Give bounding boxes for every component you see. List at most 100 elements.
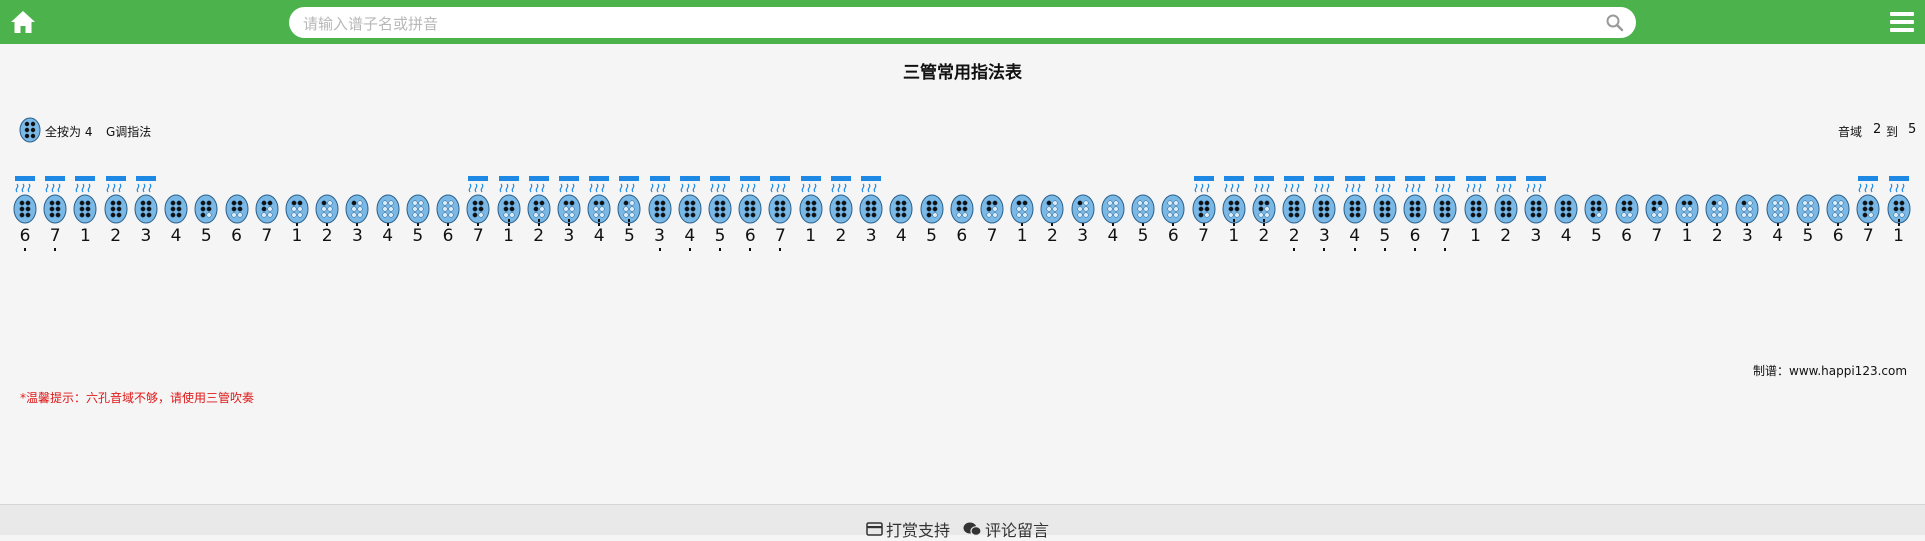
breath-mark [1266,183,1270,193]
closed-hole [1203,200,1210,206]
closed-hole [1197,206,1204,212]
breath-mark [1206,183,1209,193]
fingering-icon [527,176,551,224]
instrument-body [1464,194,1487,224]
reward-button[interactable]: 打赏支持 [866,517,950,541]
octave-dot-high [1081,223,1084,226]
note-number: 6 [231,226,242,246]
instrument-body [1040,194,1064,224]
closed-hole [720,206,726,212]
octave-dot-high [1111,223,1114,226]
note-column: 7 [1191,173,1217,253]
comment-button[interactable]: 评论留言 [963,517,1049,541]
closed-hole [1862,212,1868,218]
closed-hole [297,200,303,206]
note-number: 2 [1047,226,1058,246]
instrument-body [1343,194,1367,224]
search-icon[interactable] [1605,13,1624,32]
breath-mark [1351,183,1354,193]
open-hole [563,206,569,212]
open-hole [1778,200,1784,206]
closed-hole [1445,212,1451,218]
breath-mark [1411,183,1415,193]
blow-indicator [710,176,731,181]
closed-hole [200,200,206,206]
closed-hole [1500,200,1506,206]
note-column: 4 [1342,173,1368,253]
open-hole [1838,206,1844,212]
breath-mark [468,183,472,193]
closed-hole [267,200,273,206]
note-number: 7 [775,226,786,246]
open-hole [1651,212,1657,218]
note-number: 2 [1711,226,1723,246]
note-number: 6 [442,226,454,246]
blow-indicator [558,176,579,181]
note-number: 6 [1409,226,1421,246]
note-number: 1 [1228,226,1240,246]
breath-mark [771,183,774,193]
note-number: 5 [714,226,726,246]
open-hole [533,212,539,218]
closed-hole [865,212,871,218]
instrument-body [194,194,218,224]
closed-hole [841,212,847,218]
breath-mark [813,183,817,193]
menu-button[interactable] [1890,11,1914,33]
note-number: 3 [1742,226,1753,246]
octave-dot-high [1262,223,1265,226]
breath-mark [106,183,110,193]
closed-hole [1500,206,1506,212]
closed-hole [1596,206,1602,212]
fingering-icon [255,194,279,224]
instrument-body [1010,194,1034,224]
closed-hole [236,200,243,206]
closed-hole [986,206,992,212]
breath-mark [1375,183,1379,193]
fingering-icon [1766,194,1790,224]
open-hole [1808,206,1814,212]
note-number: 3 [865,226,877,246]
open-hole [508,212,515,218]
blow-indicator [770,176,791,181]
octave-dot-high [1142,223,1145,226]
open-hole [1772,200,1778,206]
note-column: 1 [496,173,522,253]
closed-hole [1228,200,1234,206]
fingering-icon [1312,176,1336,224]
open-hole [388,206,394,212]
closed-hole [55,206,61,212]
breath-mark [76,183,79,193]
fingering-icon [1101,194,1125,224]
closed-hole [1560,200,1566,206]
breath-mark [601,183,605,193]
note-number: 7 [1862,226,1874,246]
home-button[interactable] [9,8,37,36]
breath-mark [1284,183,1288,193]
breath-mark [1441,183,1445,193]
open-hole [1808,200,1814,206]
blow-indicator [498,176,519,181]
open-hole [1627,212,1633,218]
octave-dot-low [749,248,752,251]
instrument-body [1766,194,1790,224]
octave-dot-low [658,248,661,251]
closed-hole [79,206,85,212]
closed-hole [1469,212,1476,218]
breath-mark [589,183,593,193]
fingering-icon [1343,176,1367,224]
closed-hole [1294,206,1300,212]
search-input[interactable] [301,11,1585,36]
breath-mark [136,183,140,193]
fingering-icon [345,194,369,224]
open-hole [569,212,575,218]
closed-hole [744,212,750,218]
fingering-icon [738,176,762,224]
closed-hole [478,206,484,212]
note-number: 6 [19,226,31,246]
breath-mark [692,183,696,193]
comment-label: 评论留言 [985,521,1050,540]
note-number: 7 [261,226,273,246]
closed-hole [1228,206,1234,212]
instrument-body [164,194,188,224]
